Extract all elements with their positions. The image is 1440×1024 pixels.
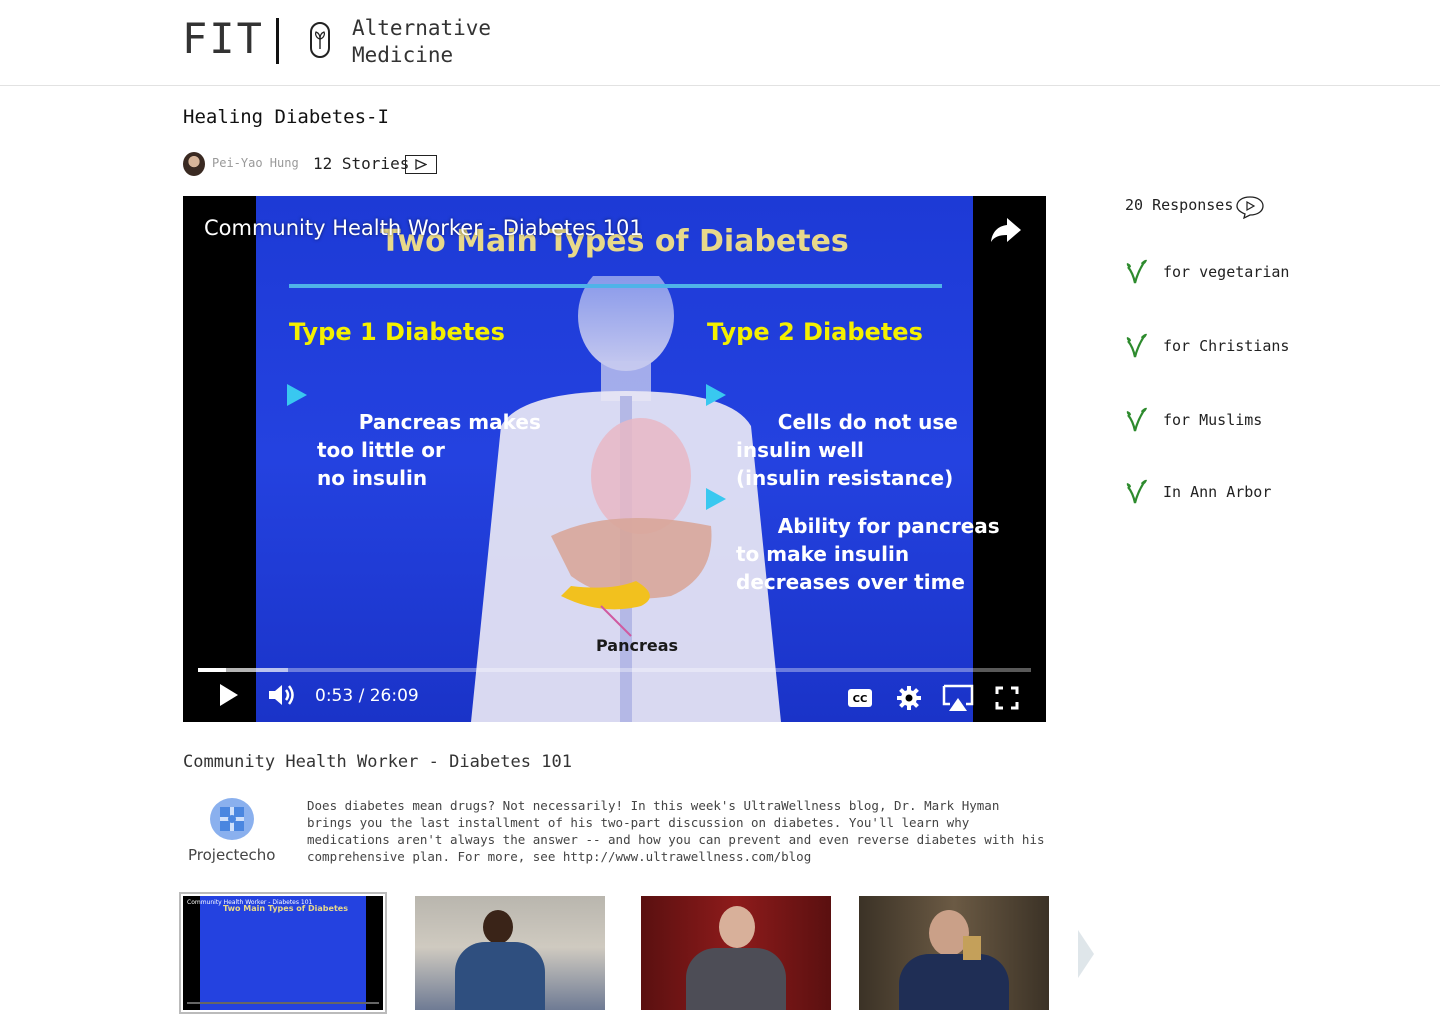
fullscreen-icon[interactable] <box>995 686 1019 710</box>
type2-heading: Type 2 Diabetes <box>707 318 923 346</box>
top-header: FIT Alternative Medicine <box>0 0 1440 86</box>
section-title[interactable]: Alternative Medicine <box>352 15 552 69</box>
bullet-arrow-icon <box>287 384 307 406</box>
thumbnail-progress <box>187 1002 379 1004</box>
speech-bubble-play-icon[interactable] <box>1235 195 1265 219</box>
video-progress-bar[interactable] <box>198 668 1031 672</box>
sprout-icon <box>1126 333 1147 358</box>
pancreas-label: Pancreas <box>596 636 679 655</box>
progress-played <box>198 668 227 672</box>
slide-divider <box>289 284 942 288</box>
video-description: Does diabetes mean drugs? Not necessaril… <box>307 798 1045 864</box>
site-logo[interactable]: FIT <box>182 14 264 63</box>
video-caption: Community Health Worker - Diabetes 101 <box>183 752 572 772</box>
video-title[interactable]: Community Health Worker - Diabetes 101 <box>204 216 643 240</box>
play-stories-icon[interactable] <box>405 155 437 174</box>
author-avatar[interactable] <box>183 152 205 176</box>
channel-emblem-icon <box>220 807 244 831</box>
story-title: Healing Diabetes-I <box>183 106 389 128</box>
thumbnail-4[interactable] <box>859 896 1049 1010</box>
volume-icon[interactable] <box>267 682 297 708</box>
video-time: 0:53 / 26:09 <box>315 686 419 706</box>
next-thumbnails-arrow-icon[interactable] <box>1078 930 1094 978</box>
bullet-arrow-icon <box>706 384 726 406</box>
type1-bullet: Pancreas makes too little or no insulin <box>287 380 541 520</box>
video-frame: Two Main Types of Diabetes Type 1 Diabet… <box>256 196 1000 722</box>
airplay-icon[interactable] <box>942 684 974 712</box>
share-icon[interactable] <box>989 216 1023 244</box>
seed-pill-icon <box>310 22 330 58</box>
section-title-line-1: Alternative <box>352 16 492 40</box>
response-topic-label: In Ann Arbor <box>1163 483 1272 501</box>
response-topic-label: for Muslims <box>1163 411 1263 429</box>
section-title-line-2: Medicine <box>352 43 454 67</box>
svg-text:CC: CC <box>853 694 868 705</box>
sprout-icon <box>1126 259 1147 284</box>
type1-bullet-text: Pancreas makes too little or no insulin <box>317 410 541 490</box>
captions-icon[interactable]: CC <box>847 688 873 708</box>
logo-divider <box>276 18 279 64</box>
thumbnail-slide <box>200 896 366 1010</box>
settings-gear-icon[interactable] <box>897 686 921 710</box>
responses-count[interactable]: 20 Responses <box>1125 196 1233 214</box>
sprout-icon <box>1126 479 1147 504</box>
bullet-arrow-icon <box>706 488 726 510</box>
play-icon[interactable] <box>217 682 241 708</box>
stories-count[interactable]: 12 Stories <box>313 154 409 173</box>
author-name[interactable]: Pei-Yao Hung <box>212 156 299 170</box>
thumbnail-heading: Two Main Types of Diabetes <box>223 904 348 913</box>
thumbnail-3[interactable] <box>641 896 831 1010</box>
type2-bullet-2: Ability for pancreas to make insulin dec… <box>706 484 1000 624</box>
thumbnail-2[interactable] <box>415 896 605 1010</box>
thumbnail-1[interactable]: Community Health Worker - Diabetes 101 T… <box>179 892 387 1014</box>
type2-bullet-1-text: Cells do not use insulin well (insulin r… <box>736 410 958 490</box>
channel-logo[interactable] <box>210 798 254 840</box>
type1-heading: Type 1 Diabetes <box>289 318 505 346</box>
response-topic-label: for Christians <box>1163 337 1290 355</box>
sprout-icon <box>1126 407 1147 432</box>
response-topic-label: for vegetarian <box>1163 263 1290 281</box>
type2-bullet-2-text: Ability for pancreas to make insulin dec… <box>736 514 1000 594</box>
channel-name[interactable]: Projectecho <box>188 846 275 864</box>
video-player[interactable]: Two Main Types of Diabetes Type 1 Diabet… <box>183 196 1046 722</box>
